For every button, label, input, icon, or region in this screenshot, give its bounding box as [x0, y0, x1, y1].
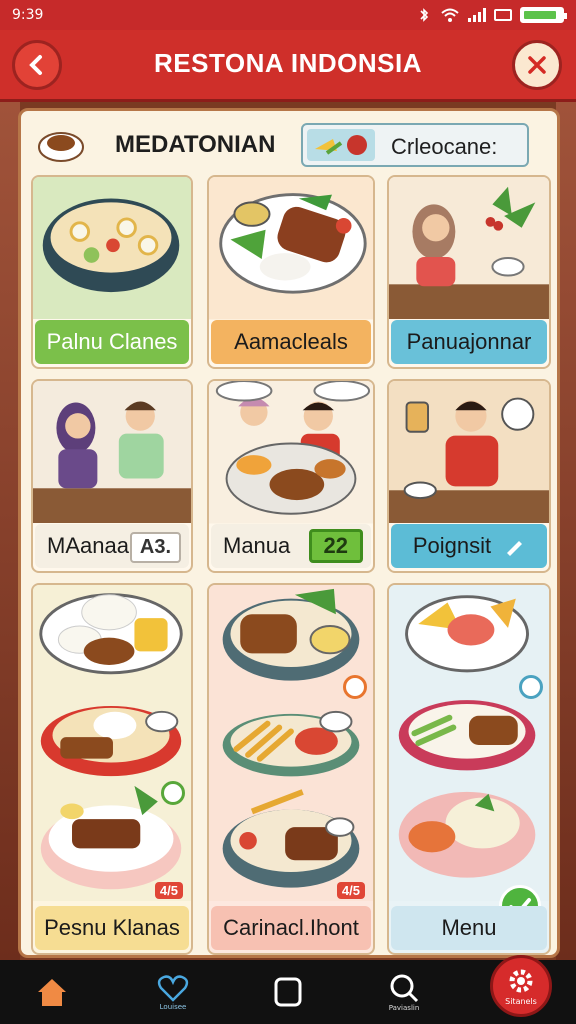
rating-badge: 4/5 — [154, 882, 183, 899]
page-title: RESTONA INDONSIA — [153, 48, 423, 78]
square-icon — [274, 977, 302, 1007]
nav-favorites-label: Louisee — [159, 1002, 187, 1011]
food-thumbnail-icon — [307, 129, 375, 161]
menu-card-manua[interactable]: Manua 22 — [207, 379, 375, 573]
grilled-meat-plate-illustration — [209, 177, 373, 320]
card-label: Menu — [391, 906, 547, 950]
nav-favorites[interactable]: Louisee — [145, 968, 201, 1016]
card-label: Aamacleals — [211, 320, 371, 364]
nav-settings-label: Sitanels — [505, 997, 537, 1006]
card-label-text: Poignsit — [412, 533, 492, 558]
meat-platters-illustration — [209, 585, 373, 902]
card-label: Pesnu Klanas — [35, 906, 189, 950]
quantity-badge: 22 — [308, 529, 363, 563]
chevron-left-icon — [29, 55, 42, 75]
soup-bowl-illustration — [33, 177, 191, 320]
status-time: 9:39 — [12, 7, 44, 23]
menu-card-menu[interactable]: Menu — [387, 583, 551, 955]
edit-pencil-icon[interactable] — [503, 535, 525, 557]
bluetooth-icon — [420, 8, 429, 22]
rating-badge: 4/5 — [336, 882, 365, 899]
battery-icon — [520, 7, 567, 23]
close-icon — [528, 56, 546, 74]
status-bar: 9:39 — [0, 0, 576, 30]
heart-icon — [157, 974, 189, 1002]
rice-platters-illustration — [33, 585, 191, 901]
menu-card-poignsit[interactable]: Poignsit — [387, 379, 551, 573]
nav-recent[interactable] — [260, 968, 316, 1016]
woman-dining-illustration — [389, 177, 549, 320]
home-icon — [38, 979, 66, 1006]
quantity-badge: A3. — [129, 532, 181, 563]
app-header: RESTONA INDONSIA — [0, 30, 576, 102]
status-icons — [416, 7, 567, 23]
family-feast-illustration — [209, 381, 373, 524]
nav-search[interactable]: Paviaslin — [376, 968, 432, 1016]
menu-card-maanaa[interactable]: MAanaa A3. — [31, 379, 193, 573]
gear-icon — [509, 969, 533, 993]
search-value: Crleocane: — [391, 134, 498, 159]
menu-card-pesnu-klanas[interactable]: 4/5 Pesnu Klanas — [31, 583, 193, 955]
card-label: Panuajonnar — [391, 320, 547, 364]
category-row: MEDATONIAN Crleocane: — [35, 121, 547, 171]
category-title: MEDATONIAN — [115, 131, 276, 158]
mixed-dishes-illustration — [389, 585, 549, 902]
signal-icon — [468, 8, 486, 22]
nav-home[interactable] — [24, 968, 80, 1016]
menu-panel: MEDATONIAN Crleocane: Palnu Clanes Aamac… — [18, 108, 560, 958]
close-button[interactable] — [512, 40, 562, 90]
info-icon — [519, 675, 543, 699]
nav-search-label: Paviaslin — [388, 1003, 420, 1012]
spicy-icon — [343, 675, 367, 699]
card-label: Poignsit — [391, 524, 547, 568]
nav-settings-button[interactable]: Sitanels — [490, 955, 552, 1017]
menu-card-panuajonnar[interactable]: Panuajonnar — [387, 175, 551, 369]
menu-card-carinacl-ihont[interactable]: 4/5 Carinacl.Ihont — [207, 583, 375, 955]
search-field[interactable]: Crleocane: — [301, 123, 529, 167]
couple-dining-illustration — [33, 381, 191, 524]
menu-card-palnu-clanes[interactable]: Palnu Clanes — [31, 175, 193, 369]
sim-icon — [494, 9, 512, 21]
wifi-icon — [441, 8, 459, 22]
man-with-drinks-illustration — [389, 381, 549, 524]
menu-card-aamacleals[interactable]: Aamacleals — [207, 175, 375, 369]
veg-icon — [161, 781, 185, 805]
search-icon — [390, 974, 419, 1002]
back-button[interactable] — [12, 40, 62, 90]
card-label: Palnu Clanes — [35, 320, 189, 364]
card-label: Carinacl.Ihont — [211, 906, 371, 950]
dish-icon — [38, 132, 84, 162]
background-scenery-left — [0, 102, 20, 960]
